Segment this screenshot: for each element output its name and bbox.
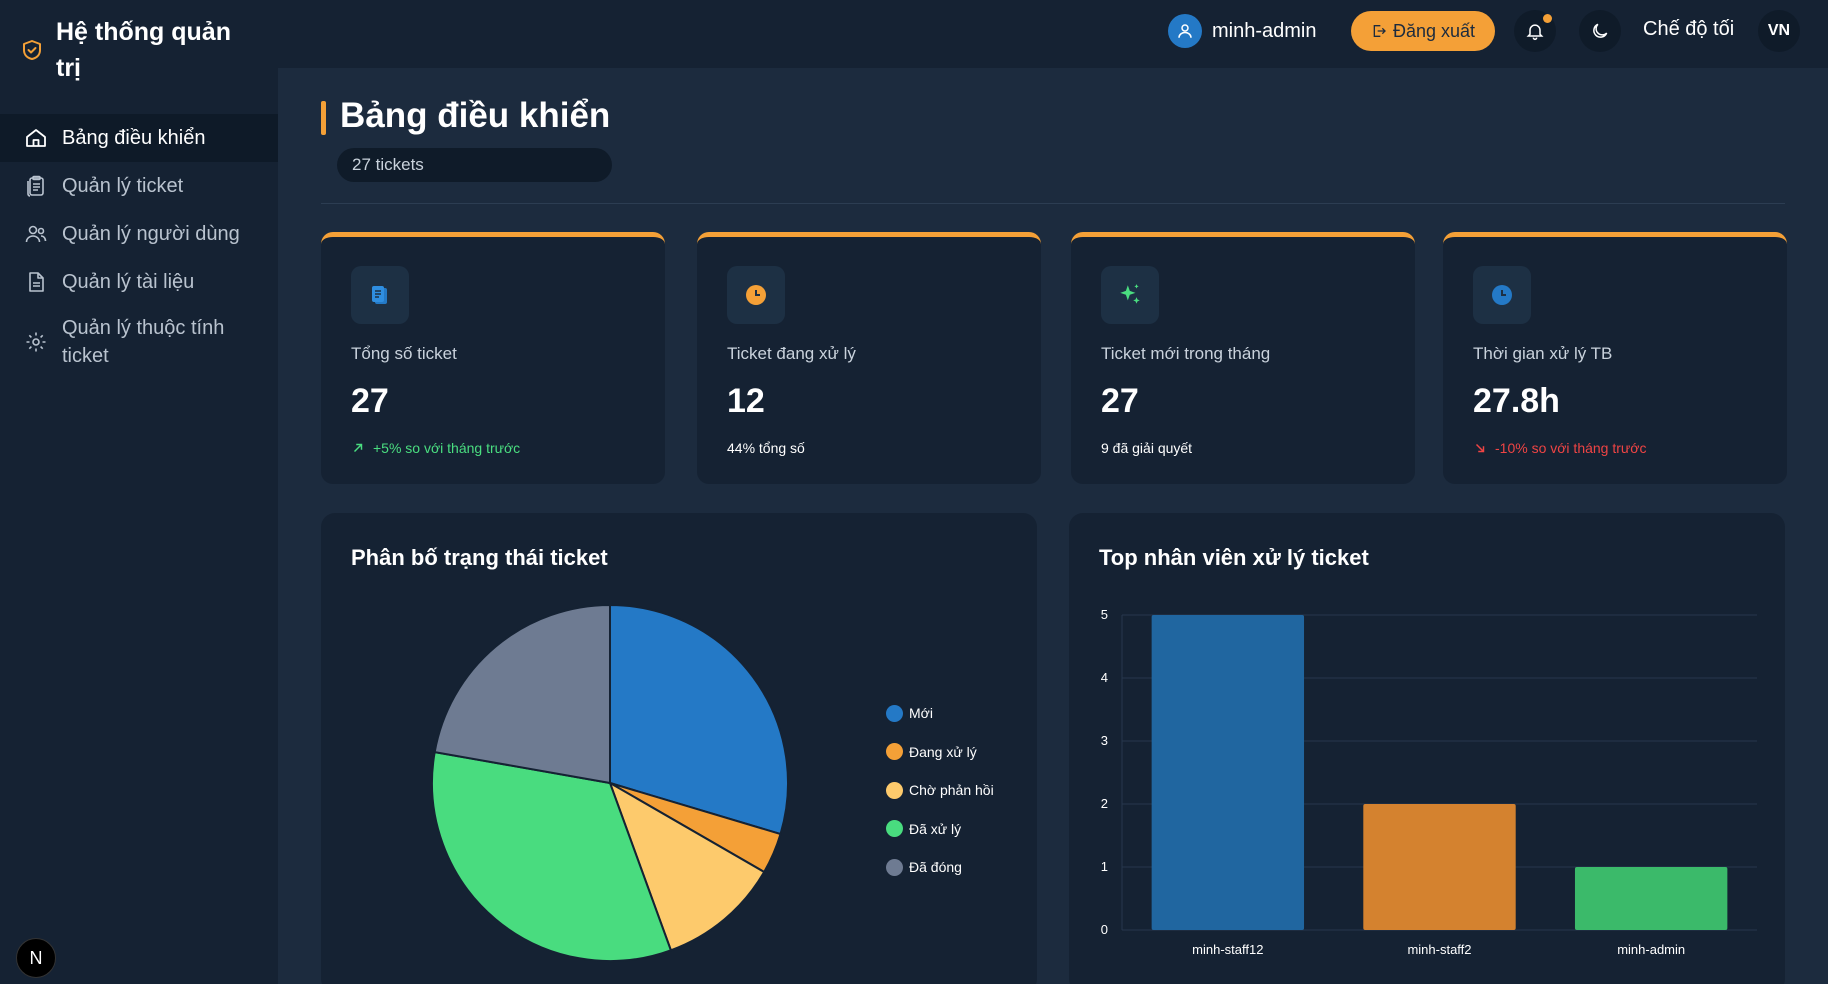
stat-trend: -10% so với tháng trước: [1473, 440, 1646, 456]
stat-label: Ticket mới trong tháng: [1101, 344, 1271, 363]
ticket-count-badge: 27 tickets: [337, 148, 612, 182]
legend-item[interactable]: Đã đóng: [886, 848, 994, 887]
sidebar-item-label: Quản lý tài liệu: [62, 270, 195, 293]
x-tick-label: minh-admin: [1617, 942, 1685, 957]
y-tick-label: 2: [1101, 796, 1108, 811]
notification-dot: [1543, 14, 1552, 23]
n-badge-button[interactable]: N: [16, 938, 56, 978]
legend-label: Đang xử lý: [909, 743, 977, 760]
brand: Hệ thống quản trị: [20, 14, 270, 84]
y-tick-label: 0: [1101, 922, 1108, 937]
stat-value: 12: [727, 382, 765, 420]
clipboard-icon: [27, 175, 44, 197]
sidebar-nav: Bảng điều khiển Quản lý ticket Quản lý n…: [0, 114, 278, 378]
users-icon: [25, 225, 47, 243]
legend-swatch: [886, 743, 903, 761]
y-tick-label: 1: [1101, 859, 1108, 874]
dark-mode-label[interactable]: Chế độ tối: [1643, 18, 1734, 41]
trend-up-icon: [353, 443, 363, 453]
stat-sub: 44% tổng số: [727, 440, 805, 456]
sidebar-item-label: Quản lý thuộc tính ticket: [62, 317, 225, 367]
clock-icon: [1473, 266, 1531, 324]
username: minh-admin: [1212, 19, 1317, 42]
stat-label: Tổng số ticket: [351, 344, 457, 363]
sidebar-item-users[interactable]: Quản lý người dùng: [0, 210, 278, 258]
dark-mode-toggle[interactable]: [1579, 10, 1621, 52]
bar[interactable]: [1363, 804, 1516, 930]
stat-label: Thời gian xử lý TB: [1473, 344, 1613, 363]
x-tick-label: minh-staff12: [1192, 942, 1263, 957]
moon-icon: [1593, 23, 1608, 38]
stat-card-avg-time: Thời gian xử lý TB 27.8h -10% so với thá…: [1443, 232, 1787, 484]
header-divider: [321, 203, 1785, 204]
stat-value: 27.8h: [1473, 382, 1560, 420]
legend-label: Đã xử lý: [909, 820, 962, 837]
trend-down-icon: [1475, 443, 1485, 453]
notifications-button[interactable]: [1514, 10, 1556, 52]
sidebar-item-ticket-attributes[interactable]: Quản lý thuộc tính ticket: [0, 306, 278, 378]
brand-title: Hệ thống quản trị: [56, 18, 231, 82]
y-tick-label: 3: [1101, 733, 1108, 748]
clock-icon: [727, 266, 785, 324]
status-pie-chart: [431, 603, 789, 962]
stat-sub: 9 đã giải quyết: [1101, 440, 1193, 456]
page-title-accent: [321, 101, 326, 135]
logout-button[interactable]: Đăng xuất: [1351, 11, 1495, 51]
legend-item[interactable]: Chờ phản hồi: [886, 771, 994, 810]
shield-check-icon: [23, 40, 41, 60]
sidebar: Hệ thống quản trị Bảng điều khiển Quản l…: [0, 0, 278, 984]
stat-card-total: Tổng số ticket 27 +5% so với tháng trước: [321, 232, 665, 484]
clipboard-icon: [351, 266, 409, 324]
topbar: minh-admin Đăng xuất Chế độ tối VN: [278, 0, 1828, 68]
legend-swatch: [886, 820, 903, 838]
stat-value: 27: [351, 382, 389, 420]
page-title: Bảng điều khiển: [340, 96, 611, 135]
y-tick-label: 4: [1101, 670, 1108, 685]
bar[interactable]: [1151, 615, 1305, 930]
stat-trend: +5% so với tháng trước: [351, 440, 520, 456]
stat-trend-text: +5% so với tháng trước: [373, 440, 521, 456]
legend-label: Đã đóng: [909, 859, 962, 876]
stat-card-processing: Ticket đang xử lý 12 44% tổng số: [697, 232, 1041, 484]
legend-item[interactable]: Đã xử lý: [886, 810, 994, 849]
stat-value: 27: [1101, 382, 1139, 420]
staff-bar-chart: 0 1 2 3 4 5 minh-staff12 minh-staff2 minh-admin: [1101, 607, 1757, 957]
pie-legend: Mới Đang xử lý Chờ phản hồi Đã xử lý Đã đóng: [886, 694, 994, 887]
document-icon: [29, 272, 44, 292]
panel-title: Phân bố trạng thái ticket: [351, 545, 608, 570]
panel-title: Top nhân viên xử lý ticket: [1099, 545, 1369, 570]
logout-icon: [1373, 25, 1386, 37]
sidebar-item-label: Quản lý ticket: [62, 174, 184, 197]
logout-label: Đăng xuất: [1392, 20, 1476, 41]
language-button[interactable]: VN: [1758, 10, 1800, 52]
pie-slice[interactable]: [433, 603, 611, 785]
stat-card-new-month: Ticket mới trong tháng 27 9 đã giải quyế…: [1071, 232, 1415, 484]
x-tick-label: minh-staff2: [1407, 942, 1471, 957]
bell-icon: [1526, 24, 1544, 41]
sparkle-icon: [1101, 266, 1159, 324]
home-icon: [26, 129, 46, 147]
sidebar-item-documents[interactable]: Quản lý tài liệu: [0, 258, 278, 306]
y-tick-label: 5: [1101, 607, 1108, 622]
stat-label: Ticket đang xử lý: [727, 344, 856, 363]
legend-swatch: [886, 858, 903, 876]
stat-trend-text: -10% so với tháng trước: [1495, 440, 1647, 456]
legend-swatch: [886, 781, 903, 799]
sidebar-item-dashboard[interactable]: Bảng điều khiển: [0, 114, 278, 162]
sidebar-item-label: Bảng điều khiển: [62, 126, 206, 149]
gear-icon: [26, 332, 46, 352]
legend-item[interactable]: Đang xử lý: [886, 733, 994, 772]
legend-label: Mới: [909, 705, 933, 722]
sidebar-item-label: Quản lý người dùng: [62, 222, 240, 245]
bar[interactable]: [1574, 867, 1728, 930]
legend-item[interactable]: Mới: [886, 694, 994, 733]
user-menu[interactable]: minh-admin: [1168, 14, 1316, 48]
legend-swatch: [886, 704, 903, 722]
legend-label: Chờ phản hồi: [909, 782, 994, 799]
sidebar-item-tickets[interactable]: Quản lý ticket: [0, 162, 278, 210]
user-avatar-icon: [1168, 14, 1202, 48]
